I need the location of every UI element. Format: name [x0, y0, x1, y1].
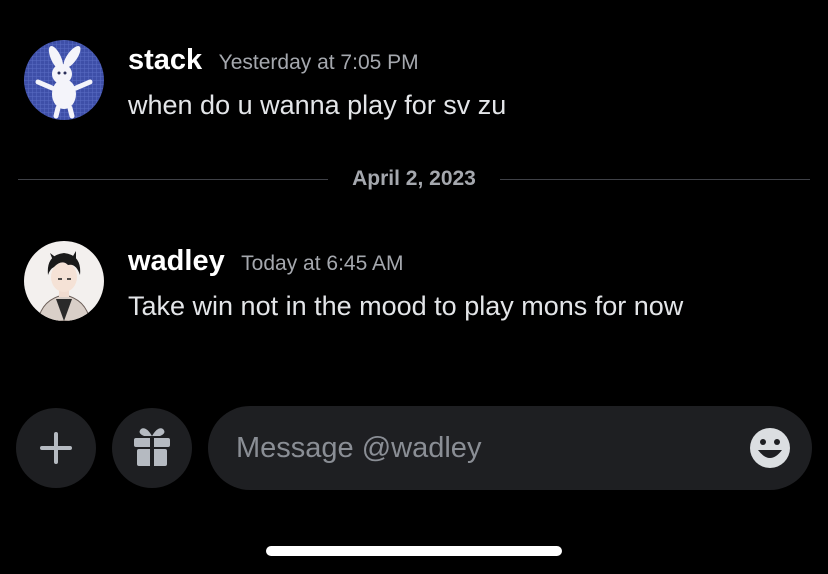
bunny-avatar-icon — [24, 40, 104, 120]
emoji-smile-icon — [750, 428, 790, 468]
anime-character-avatar-icon — [24, 241, 104, 321]
username[interactable]: wadley — [128, 245, 225, 277]
gift-icon — [134, 428, 170, 466]
divider-line — [500, 179, 810, 180]
date-divider: April 2, 2023 — [18, 166, 810, 194]
message-header: stack Yesterday at 7:05 PM — [128, 44, 419, 77]
date-divider-label: April 2, 2023 — [352, 167, 476, 190]
divider-line — [18, 179, 328, 180]
plus-icon — [40, 432, 72, 464]
message-text: Take win not in the mood to play mons fo… — [128, 291, 684, 321]
user-avatar[interactable] — [24, 40, 104, 120]
username[interactable]: stack — [128, 44, 202, 76]
gift-button[interactable] — [112, 408, 192, 488]
message-input-bar[interactable] — [208, 406, 812, 490]
timestamp: Today at 6:45 AM — [241, 252, 404, 275]
timestamp: Yesterday at 7:05 PM — [218, 51, 419, 74]
message-header: wadley Today at 6:45 AM — [128, 245, 403, 278]
message-input[interactable] — [236, 406, 736, 490]
home-indicator[interactable] — [266, 546, 562, 556]
add-attachment-button[interactable] — [16, 408, 96, 488]
emoji-button[interactable] — [748, 426, 792, 470]
message-text: when do u wanna play for sv zu — [128, 90, 507, 120]
user-avatar[interactable] — [24, 241, 104, 321]
